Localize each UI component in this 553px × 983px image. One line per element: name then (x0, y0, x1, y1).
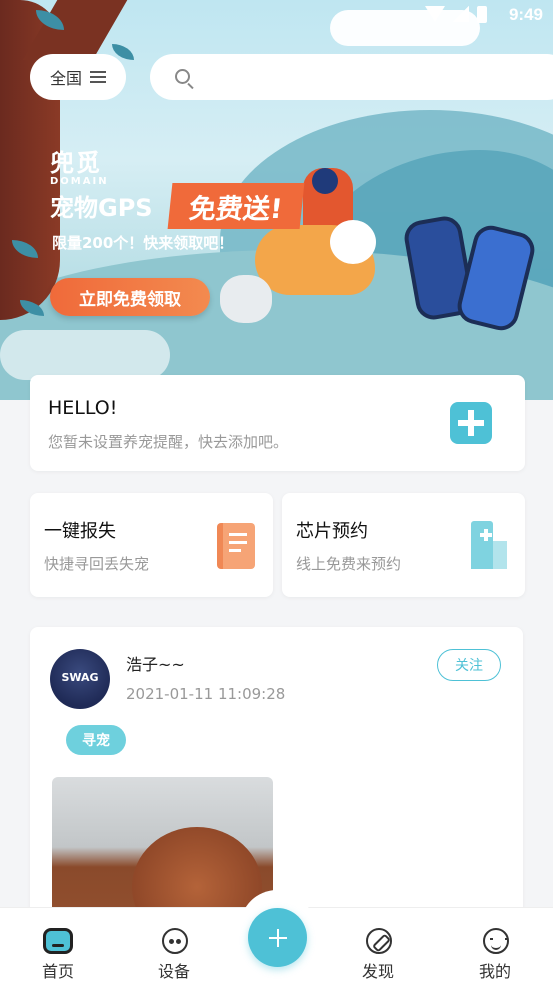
reminder-card[interactable]: HELLO! 您暂未设置养宠提醒，快去添加吧。 (30, 375, 525, 471)
brand-sub: DOMAIN (50, 176, 109, 187)
nav-home[interactable]: 首页 (13, 908, 103, 983)
nav-label: 首页 (41, 962, 74, 981)
home-icon (43, 928, 73, 954)
status-icons (425, 6, 487, 23)
post-tag[interactable]: 寻宠 (66, 725, 126, 755)
search-bar[interactable] (150, 54, 553, 100)
feature-description: 线上免费来预约 (296, 555, 402, 573)
signal-icon (453, 6, 469, 22)
claim-button[interactable]: 立即免费领取 (50, 278, 210, 316)
add-post-button[interactable] (248, 908, 307, 967)
device-icon (162, 928, 188, 954)
nav-mine[interactable]: 我的 (450, 908, 540, 983)
nav-label: 设备 (157, 962, 190, 981)
reminder-title: HELLO! (48, 397, 118, 419)
compass-icon (366, 928, 392, 954)
feature-title: 芯片预约 (296, 521, 368, 542)
region-label: 全国 (49, 69, 82, 88)
status-time: 9:49 (508, 5, 543, 24)
cloud-shape (0, 330, 170, 380)
search-input[interactable] (200, 54, 550, 100)
nav-label: 我的 (478, 962, 511, 981)
report-lost-card[interactable]: 一键报失 快捷寻回丢失宠 (30, 493, 273, 597)
feature-title: 一键报失 (44, 521, 116, 542)
hospital-icon (467, 519, 507, 569)
illustration-person-head (312, 168, 338, 194)
chip-booking-card[interactable]: 芯片预约 线上免费来预约 (282, 493, 525, 597)
status-bar: 9:49 (0, 0, 553, 30)
feature-description: 快捷寻回丢失宠 (44, 555, 150, 573)
reminder-description: 您暂未设置养宠提醒，快去添加吧。 (48, 433, 289, 451)
wifi-icon (425, 6, 445, 22)
menu-icon (90, 71, 106, 83)
nav-label: 发现 (361, 962, 394, 981)
search-icon (175, 69, 190, 84)
follow-button[interactable]: 关注 (437, 649, 501, 681)
scroll-icon (217, 523, 255, 569)
illustration-dog-face (330, 220, 376, 264)
post-timestamp: 2021-01-11 11:09:28 (126, 685, 286, 703)
post-username[interactable]: 浩子~~ (126, 651, 185, 675)
brand-logo: 兜觅 DOMAIN (50, 143, 109, 187)
nav-device[interactable]: 设备 (129, 908, 219, 983)
nav-discover[interactable]: 发现 (333, 908, 423, 983)
illustration-cat (220, 275, 272, 323)
add-reminder-icon[interactable] (450, 402, 492, 444)
region-selector[interactable]: 全国 (30, 54, 126, 100)
avatar[interactable]: SWAG (50, 649, 110, 709)
battery-icon (477, 6, 487, 23)
smiley-icon (483, 928, 509, 954)
brand-name: 兜觅 (50, 149, 102, 177)
promo-badge: 免费送! (167, 183, 305, 229)
avatar-text: SWAG (61, 671, 99, 684)
promo-subtitle: 限量200个！快来领取吧！ (52, 234, 234, 252)
promo-title: 宠物GPS (50, 194, 153, 222)
